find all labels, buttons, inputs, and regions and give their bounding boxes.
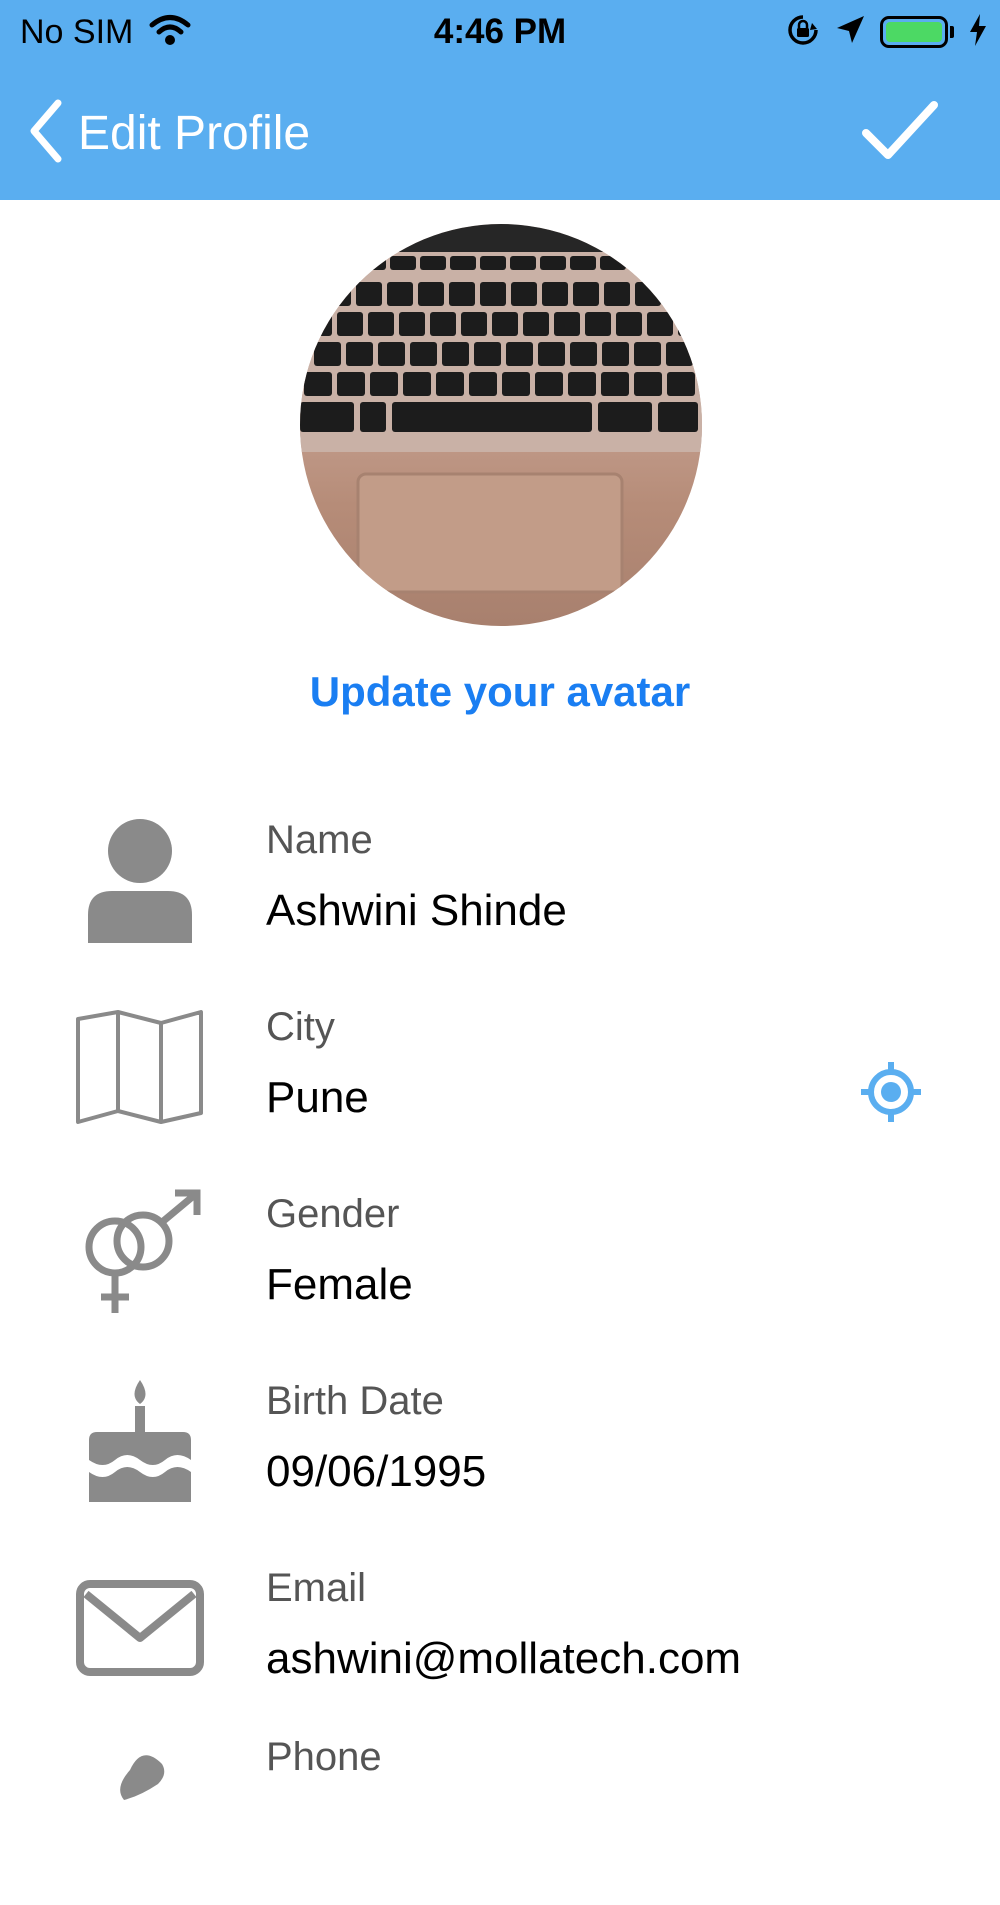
envelope-icon [70,1558,210,1698]
chevron-left-icon [26,99,66,168]
save-button[interactable] [860,98,940,168]
location-arrow-icon [834,14,866,51]
field-label: Phone [266,1735,382,1779]
phone-icon [70,1713,210,1853]
field-value: Female [266,1260,413,1309]
field-label: Name [266,818,373,862]
map-icon [70,997,210,1137]
profile-field-birth-date[interactable]: Birth Date 09/06/1995 [0,1361,1000,1531]
person-icon [70,810,210,950]
charging-bolt-icon [968,13,988,52]
header-bar: No SIM 4:46 PM Edit Profile [0,0,1000,200]
avatar-image[interactable] [300,224,702,626]
gender-icon [70,1184,210,1324]
field-value: 09/06/1995 [266,1447,487,1496]
field-value: Pune [266,1073,369,1122]
locate-icon[interactable] [858,1059,924,1125]
profile-field-gender[interactable]: Gender Female [0,1174,1000,1344]
back-button[interactable]: Edit Profile [26,98,310,168]
update-avatar-link[interactable]: Update your avatar [0,668,1000,716]
battery-icon [880,16,954,48]
field-value: Ashwini Shinde [266,886,567,935]
profile-field-name[interactable]: Name Ashwini Shinde [0,800,1000,970]
profile-field-phone[interactable]: Phone [0,1735,1000,1905]
status-bar-right [786,10,988,54]
profile-field-city[interactable]: City Pune [0,987,1000,1157]
orientation-lock-icon [786,13,820,52]
field-label: Gender [266,1192,400,1236]
profile-field-email[interactable]: Email ashwini@mollatech.com [0,1548,1000,1718]
navigation-bar: Edit Profile [0,70,1000,200]
field-label: Birth Date [266,1379,444,1423]
field-label: Email [266,1566,367,1610]
birthday-cake-icon [70,1371,210,1511]
field-value: ashwini@mollatech.com [266,1634,742,1683]
field-label: City [266,1005,335,1049]
checkmark-icon [860,99,940,168]
page-title: Edit Profile [78,106,311,160]
